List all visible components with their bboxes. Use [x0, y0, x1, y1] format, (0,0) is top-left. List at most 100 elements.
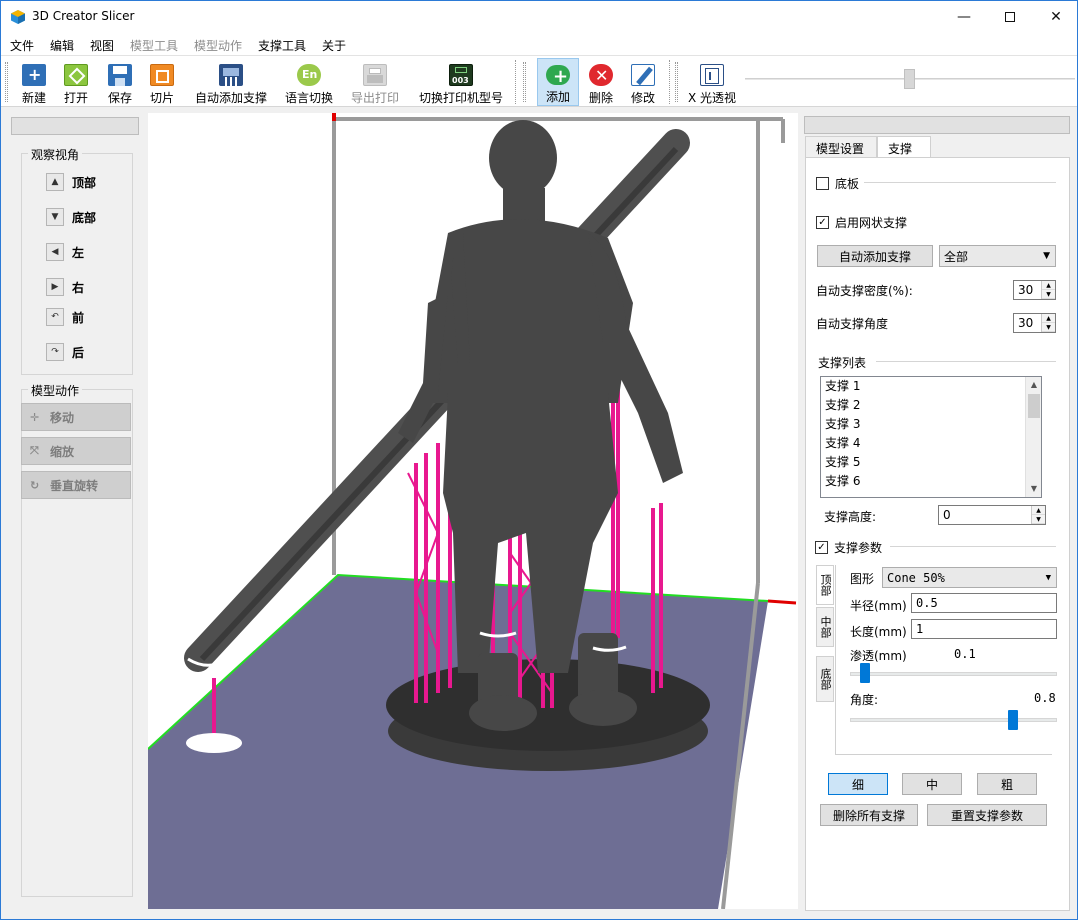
support-contact-point	[186, 733, 242, 753]
tab-model-settings[interactable]: 模型设置	[805, 136, 877, 158]
size-medium-button[interactable]: 中	[902, 773, 962, 795]
support-list-item[interactable]: 支撑 3	[821, 415, 1041, 434]
tab-bottom[interactable]: 底部	[816, 656, 834, 702]
support-list[interactable]: 支撑 1 支撑 2 支撑 3 支撑 4 支撑 5 支撑 6 ▲ ▼	[820, 376, 1042, 498]
shape-select[interactable]: Cone 50% ▼	[882, 567, 1057, 588]
density-stepper[interactable]: ▲ ▼	[1041, 281, 1055, 299]
penetration-slider-thumb[interactable]	[859, 663, 870, 683]
size-thick-button[interactable]: 粗	[977, 773, 1037, 795]
add-support-button[interactable]: + 添加	[537, 58, 579, 106]
bottom-view-icon: ▼	[46, 208, 64, 226]
save-button[interactable]: 保存	[101, 58, 139, 106]
angle2-slider-thumb[interactable]	[1007, 710, 1018, 730]
vertical-rotate-button[interactable]: ↻ 垂直旋转	[21, 471, 131, 499]
new-button[interactable]: + 新建	[15, 58, 53, 106]
angle-spinbox[interactable]: 30 ▲ ▼	[1013, 313, 1056, 333]
support-list-item[interactable]: 支撑 5	[821, 453, 1041, 472]
menu-model-tools[interactable]: 模型工具	[130, 37, 178, 54]
angle-stepper[interactable]: ▲ ▼	[1041, 314, 1055, 332]
menu-edit[interactable]: 编辑	[50, 37, 74, 54]
scroll-up-icon[interactable]: ▲	[1026, 377, 1041, 393]
mesh-support-checkbox[interactable]: ✓	[816, 216, 829, 229]
view-left-button[interactable]: ◀ 左	[46, 241, 84, 263]
view-front-button[interactable]: ↶ 前	[46, 306, 84, 328]
scale-icon: ⤧	[30, 444, 39, 457]
rotate-icon: ↻	[30, 478, 40, 492]
tab-support[interactable]: 支撑	[877, 136, 931, 158]
menu-about[interactable]: 关于	[322, 37, 346, 54]
penetration-label: 渗透(mm)	[850, 649, 907, 663]
menu-file[interactable]: 文件	[10, 37, 34, 54]
auto-add-support-button[interactable]: 自动添加支撑	[817, 245, 933, 267]
support-scope-select[interactable]: 全部 ▼	[939, 245, 1056, 267]
scroll-down-icon[interactable]: ▼	[1026, 481, 1041, 497]
angle2-label: 角度:	[850, 693, 879, 707]
switch-printer-button[interactable]: 003 切换打印机型号	[415, 58, 507, 106]
language-switch-button[interactable]: En 语言切换	[281, 58, 337, 106]
density-label: 自动支撑密度(%):	[816, 284, 913, 298]
move-button[interactable]: ✛ 移动	[21, 403, 131, 431]
app-window: 3D Creator Slicer — ✕ 文件 编辑 视图 模型工具 模型动作…	[0, 0, 1078, 920]
menu-support-tools[interactable]: 支撑工具	[258, 37, 306, 54]
minimize-button[interactable]: —	[941, 1, 987, 33]
density-spinbox[interactable]: 30 ▲ ▼	[1013, 280, 1056, 300]
support-list-item[interactable]: 支撑 2	[821, 396, 1041, 415]
scrollbar-thumb[interactable]	[1028, 394, 1040, 418]
support-list-item[interactable]: 支撑 6	[821, 472, 1041, 491]
support-list-scrollbar[interactable]: ▲ ▼	[1025, 377, 1041, 497]
slice-icon	[150, 64, 174, 86]
support-list-item[interactable]: 支撑 1	[821, 377, 1041, 396]
zoom-slider-thumb[interactable]	[904, 69, 915, 89]
close-button[interactable]: ✕	[1033, 1, 1077, 33]
toolbar-grip-3[interactable]	[675, 62, 678, 102]
height-stepper[interactable]: ▲ ▼	[1031, 506, 1045, 524]
divider	[864, 182, 1056, 183]
penetration-slider-track[interactable]	[850, 672, 1057, 676]
scale-button[interactable]: ⤧ 缩放	[21, 437, 131, 465]
language-icon: En	[297, 64, 321, 86]
view-bottom-button[interactable]: ▼ 底部	[46, 206, 96, 228]
mesh-support-checkbox-row[interactable]: ✓ 启用网状支撑	[816, 214, 907, 231]
length-input[interactable]: 1	[911, 619, 1057, 639]
tab-middle[interactable]: 中部	[816, 607, 834, 647]
right-panel: 模型设置 支撑 底板 ✓ 启用网状支撑 自动添加支撑 全部 ▼ 自动支撑密度(%…	[801, 109, 1075, 915]
view-top-button[interactable]: ▲ 顶部	[46, 171, 96, 193]
toolbar: + 新建 打开 保存 切片 自动添加支撑 En 语言切换 导出打印 003 切换…	[1, 55, 1077, 107]
support-param-panel: 图形 Cone 50% ▼ 半径(mm) 0.5 长度(mm) 1 渗透(mm)…	[835, 565, 1057, 755]
support-tab-content: 底板 ✓ 启用网状支撑 自动添加支撑 全部 ▼ 自动支撑密度(%): 30 ▲ ▼…	[805, 157, 1070, 911]
radius-input[interactable]: 0.5	[911, 593, 1057, 613]
xray-view-button[interactable]: X 光透视	[685, 58, 739, 106]
3d-viewport[interactable]	[148, 113, 798, 909]
front-view-icon: ↶	[46, 308, 64, 326]
export-print-button[interactable]: 导出打印	[347, 58, 403, 106]
menu-model-actions[interactable]: 模型动作	[194, 37, 242, 54]
slice-button[interactable]: 切片	[143, 58, 181, 106]
toolbar-grip-2[interactable]	[523, 62, 526, 102]
menu-view[interactable]: 视图	[90, 37, 114, 54]
length-label: 长度(mm)	[850, 625, 907, 639]
view-back-button[interactable]: ↷ 后	[46, 341, 84, 363]
auto-support-button[interactable]: 自动添加支撑	[191, 58, 271, 106]
base-plate-checkbox[interactable]	[816, 177, 829, 190]
support-height-spinbox[interactable]: 0 ▲ ▼	[938, 505, 1046, 525]
modify-support-button[interactable]: 修改	[624, 58, 662, 106]
open-button[interactable]: 打开	[57, 58, 95, 106]
support-params-checkbox[interactable]: ✓	[815, 541, 828, 554]
angle2-slider-track[interactable]	[850, 718, 1057, 722]
view-right-button[interactable]: ▶ 右	[46, 276, 84, 298]
maximize-button[interactable]	[987, 1, 1033, 33]
tab-top[interactable]: 顶部	[816, 565, 834, 605]
model-action-group: 模型动作	[21, 382, 133, 897]
left-panel-header	[11, 117, 139, 135]
support-params-checkbox-row[interactable]: ✓ 支撑参数	[815, 539, 882, 556]
reset-support-params-button[interactable]: 重置支撑参数	[927, 804, 1047, 826]
delete-support-button[interactable]: ✕ 删除	[582, 58, 620, 106]
toolbar-grip[interactable]	[5, 62, 8, 102]
delete-all-supports-button[interactable]: 删除所有支撑	[820, 804, 918, 826]
support-list-item[interactable]: 支撑 4	[821, 434, 1041, 453]
menu-bar: 文件 编辑 视图 模型工具 模型动作 支撑工具 关于	[1, 33, 1077, 55]
base-plate-checkbox-row[interactable]: 底板	[816, 175, 859, 192]
edit-pencil-icon	[631, 64, 655, 86]
divider	[876, 361, 1056, 362]
size-thin-button[interactable]: 细	[828, 773, 888, 795]
